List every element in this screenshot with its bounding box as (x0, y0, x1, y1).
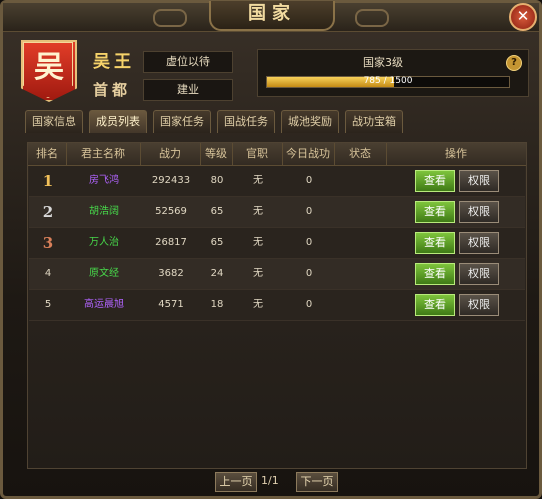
status-cell (335, 290, 387, 320)
window-title: 国家 (209, 1, 335, 31)
country-level: 国家3级 (363, 56, 403, 69)
view-button[interactable]: 查看 (415, 294, 455, 316)
table-row: 3 万人治 26817 65 无 0 查看 权限 (29, 228, 525, 259)
view-button[interactable]: 查看 (415, 263, 455, 285)
tab-country-info[interactable]: 国家信息 (25, 110, 83, 133)
title-ornament-left-icon (153, 9, 187, 27)
table-row: 1 房飞鸿 292433 80 无 0 查看 权限 (29, 166, 525, 197)
merit-cell: 0 (305, 206, 313, 217)
header-level: 等级 (200, 143, 233, 165)
office-cell: 无 (253, 175, 263, 186)
tab-city-rewards[interactable]: 城池奖励 (281, 110, 339, 133)
player-name[interactable]: 胡浩阔 (67, 197, 141, 227)
rank-cell: 4 (44, 268, 52, 279)
header-power: 战力 (140, 143, 201, 165)
header-rank: 排名 (28, 143, 67, 165)
tab-war-quests[interactable]: 国战任务 (217, 110, 275, 133)
status-cell (335, 228, 387, 258)
office-cell: 无 (253, 237, 263, 248)
tab-member-list[interactable]: 成员列表 (89, 110, 147, 133)
permission-button[interactable]: 权限 (459, 263, 499, 285)
level-cell: 18 (210, 299, 224, 310)
view-button[interactable]: 查看 (415, 170, 455, 192)
header-name: 君主名称 (66, 143, 141, 165)
page-indicator: 1/1 (261, 474, 279, 487)
view-button[interactable]: 查看 (415, 201, 455, 223)
close-icon: ✕ (516, 7, 530, 25)
level-cell: 65 (210, 206, 224, 217)
permission-button[interactable]: 权限 (459, 170, 499, 192)
tab-country-quests[interactable]: 国家任务 (153, 110, 211, 133)
experience-bar: 785 / 1500 (266, 76, 510, 88)
power-cell: 52569 (155, 206, 187, 217)
merit-cell: 0 (305, 237, 313, 248)
country-level-box: 国家3级 ? 785 / 1500 (257, 49, 529, 97)
permission-button[interactable]: 权限 (459, 232, 499, 254)
player-name[interactable]: 房飞鸿 (67, 166, 141, 196)
level-cell: 80 (210, 175, 224, 186)
rank-cell: 1 (42, 172, 54, 190)
help-icon[interactable]: ? (506, 55, 522, 71)
capital-value: 建业 (143, 79, 233, 101)
player-name[interactable]: 高运晨旭 (67, 290, 141, 320)
title-bar: 国家 ✕ (3, 1, 539, 32)
close-button[interactable]: ✕ (509, 3, 537, 31)
rank-cell: 3 (42, 234, 54, 252)
permission-button[interactable]: 权限 (459, 201, 499, 223)
rank-cell: 5 (44, 299, 52, 310)
power-cell: 292433 (151, 175, 191, 186)
office-cell: 无 (253, 206, 263, 217)
power-cell: 26817 (155, 237, 187, 248)
office-cell: 无 (253, 299, 263, 310)
table-row: 5 高运晨旭 4571 18 无 0 查看 权限 (29, 290, 525, 321)
experience-text: 785 / 1500 (363, 76, 413, 86)
ruler-value: 虚位以待 (143, 51, 233, 73)
permission-button[interactable]: 权限 (459, 294, 499, 316)
country-window: 国家 ✕ 吴 吴王 虚位以待 首都 建业 国家3级 ? 785 / 1500 国… (0, 0, 542, 499)
player-name[interactable]: 原文经 (67, 259, 141, 289)
capital-label: 首都 (93, 81, 132, 99)
merit-cell: 0 (305, 175, 313, 186)
header-office: 官职 (232, 143, 283, 165)
member-table: 排名 君主名称 战力 等级 官职 今日战功 状态 操作 1 房飞鸿 292433… (27, 142, 527, 469)
power-cell: 4571 (158, 299, 184, 310)
table-row: 4 原文经 3682 24 无 0 查看 权限 (29, 259, 525, 290)
office-cell: 无 (253, 268, 263, 279)
player-name[interactable]: 万人治 (67, 228, 141, 258)
status-cell (335, 197, 387, 227)
rank-cell: 2 (42, 203, 54, 221)
header-actions: 操作 (445, 147, 467, 160)
view-button[interactable]: 查看 (415, 232, 455, 254)
next-page-button[interactable]: 下一页 (296, 472, 338, 492)
title-ornament-right-icon (355, 9, 389, 27)
status-cell (335, 259, 387, 289)
king-title: 吴王 (93, 52, 135, 72)
tab-merit-chest[interactable]: 战功宝箱 (345, 110, 403, 133)
merit-cell: 0 (305, 268, 313, 279)
header-merit: 今日战功 (282, 143, 335, 165)
header-status: 状态 (334, 143, 387, 165)
table-row: 2 胡浩阔 52569 65 无 0 查看 权限 (29, 197, 525, 228)
level-cell: 65 (210, 237, 224, 248)
level-cell: 24 (210, 268, 224, 279)
power-cell: 3682 (158, 268, 184, 279)
status-cell (335, 166, 387, 196)
merit-cell: 0 (305, 299, 313, 310)
prev-page-button[interactable]: 上一页 (215, 472, 257, 492)
table-header: 排名 君主名称 战力 等级 官职 今日战功 状态 操作 (28, 143, 526, 166)
